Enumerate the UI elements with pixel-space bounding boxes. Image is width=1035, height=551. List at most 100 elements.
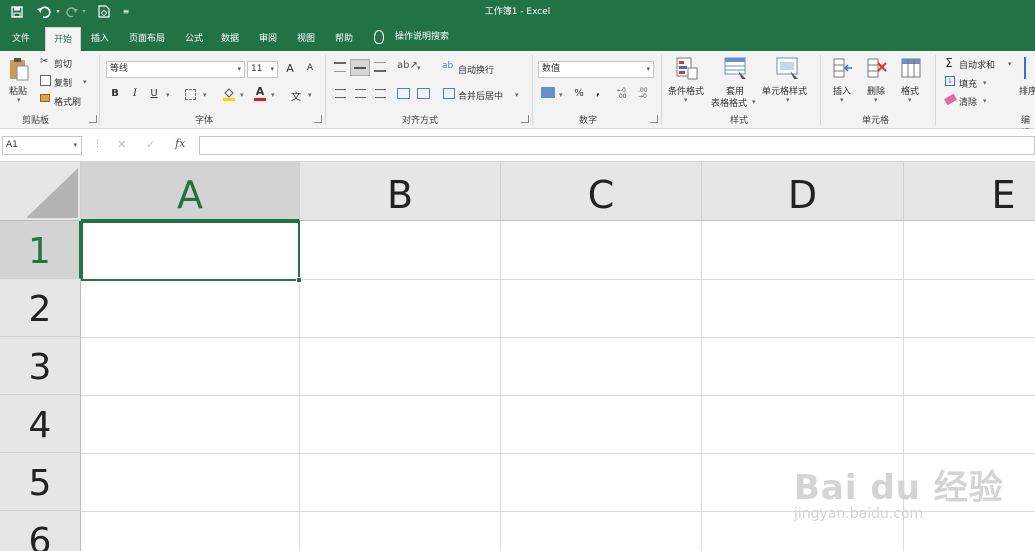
wrap-text-button[interactable]: 自动换行 xyxy=(458,63,494,76)
orientation-dropdown-icon[interactable]: ▾ xyxy=(417,64,421,72)
cell-styles-dropdown-icon[interactable]: ▾ xyxy=(786,96,790,104)
merge-center-icon[interactable] xyxy=(443,88,455,99)
tab-data[interactable]: 数据 xyxy=(213,27,247,51)
align-top-icon[interactable] xyxy=(334,62,346,72)
copy-icon[interactable] xyxy=(40,75,51,86)
tab-page-layout[interactable]: 页面布局 xyxy=(121,27,173,51)
active-cell-a1[interactable] xyxy=(81,221,302,283)
insert-function-icon[interactable]: fx xyxy=(175,137,185,150)
conditional-formatting-icon[interactable] xyxy=(676,57,698,81)
cell-styles-icon[interactable] xyxy=(776,57,800,81)
fill-button[interactable]: 填充 xyxy=(959,77,977,90)
orientation-icon[interactable]: ab↗ xyxy=(397,60,418,71)
percent-style-button[interactable]: % xyxy=(573,88,585,99)
copy-button[interactable]: 复制 xyxy=(54,76,72,89)
cancel-icon[interactable]: ✕ xyxy=(117,138,126,151)
tab-formulas[interactable]: 公式 xyxy=(177,27,211,51)
number-format-select[interactable]: 数值 ▾ xyxy=(538,61,654,78)
increase-decimal-icon[interactable]: ←0.00 xyxy=(617,88,627,100)
increase-indent-icon[interactable] xyxy=(417,88,430,99)
font-name-select[interactable]: 等线 ▾ xyxy=(106,61,245,78)
paste-icon[interactable] xyxy=(9,57,29,81)
format-as-table-icon[interactable] xyxy=(724,57,748,81)
row-header-2[interactable]: 2 xyxy=(0,279,81,337)
align-left-icon[interactable] xyxy=(335,89,346,98)
insert-cells-icon[interactable] xyxy=(832,57,854,79)
fill-color-dropdown-icon[interactable]: ▾ xyxy=(240,91,244,99)
decrease-decimal-icon[interactable]: .00 →0 xyxy=(638,88,648,100)
merge-center-button[interactable]: 合并后居中 xyxy=(458,89,503,102)
fill-color-icon[interactable] xyxy=(223,87,235,101)
decrease-indent-icon[interactable] xyxy=(397,88,410,99)
cell-styles-button[interactable]: 单元格样式 xyxy=(762,84,807,97)
cut-button[interactable]: 剪切 xyxy=(54,57,72,70)
more-options-icon[interactable]: ⋮ xyxy=(93,139,102,149)
row-header-3[interactable]: 3 xyxy=(0,337,81,395)
fill-handle[interactable] xyxy=(296,277,302,283)
format-painter-button[interactable]: 格式刷 xyxy=(54,95,81,108)
underline-dropdown-icon[interactable]: ▾ xyxy=(166,91,170,99)
paste-dropdown-icon[interactable]: ▾ xyxy=(17,96,21,104)
format-painter-icon[interactable] xyxy=(40,94,50,102)
select-all-button[interactable] xyxy=(0,162,81,221)
row-header-1[interactable]: 1 xyxy=(0,221,81,279)
tab-home[interactable]: 开始 xyxy=(45,27,82,51)
bold-button[interactable]: B xyxy=(110,88,120,99)
italic-button[interactable]: I xyxy=(130,88,140,99)
delete-cells-icon[interactable] xyxy=(866,57,888,79)
sort-filter-button[interactable]: 排序 xyxy=(1019,84,1035,97)
fill-dropdown-icon[interactable]: ▾ xyxy=(983,79,987,87)
borders-icon[interactable] xyxy=(185,89,196,100)
column-header-b[interactable]: B xyxy=(300,162,501,221)
format-as-table-dropdown-icon[interactable]: ▾ xyxy=(752,98,756,106)
clipboard-launcher-icon[interactable] xyxy=(89,115,97,123)
font-color-icon[interactable]: A xyxy=(254,86,266,101)
column-header-a[interactable]: A xyxy=(81,162,300,221)
tab-insert[interactable]: 插入 xyxy=(83,27,117,51)
clear-button[interactable]: 清除 xyxy=(959,95,977,108)
delete-dropdown-icon[interactable]: ▾ xyxy=(874,96,878,104)
underline-button[interactable]: U xyxy=(149,88,159,99)
phonetic-guide-icon[interactable]: 文 xyxy=(290,88,302,103)
insert-dropdown-icon[interactable]: ▾ xyxy=(840,96,844,104)
align-center-icon[interactable] xyxy=(355,89,366,98)
format-as-table-line2[interactable]: 表格格式 xyxy=(711,96,747,109)
tab-review[interactable]: 审阅 xyxy=(251,27,285,51)
borders-dropdown-icon[interactable]: ▾ xyxy=(203,91,207,99)
formula-input[interactable] xyxy=(199,136,1035,155)
autosum-dropdown-icon[interactable]: ▾ xyxy=(1008,60,1012,68)
lightbulb-icon[interactable] xyxy=(374,30,384,44)
eraser-icon[interactable] xyxy=(943,93,958,106)
autosum-button[interactable]: 自动求和 xyxy=(959,58,995,71)
accounting-dropdown-icon[interactable]: ▾ xyxy=(559,91,563,99)
clear-dropdown-icon[interactable]: ▾ xyxy=(983,97,987,105)
row-header-6[interactable]: 6 xyxy=(0,511,81,551)
sort-filter-icon[interactable] xyxy=(1024,57,1035,79)
row-header-4[interactable]: 4 xyxy=(0,395,81,453)
column-header-c[interactable]: C xyxy=(501,162,702,221)
merge-dropdown-icon[interactable]: ▾ xyxy=(515,91,519,99)
fill-down-icon[interactable]: ↓ xyxy=(945,76,955,86)
column-header-d[interactable]: D xyxy=(702,162,904,221)
font-color-dropdown-icon[interactable]: ▾ xyxy=(271,91,275,99)
font-launcher-icon[interactable] xyxy=(314,115,322,123)
accounting-format-icon[interactable] xyxy=(541,87,555,98)
autosum-icon[interactable]: Σ xyxy=(944,56,954,70)
tab-view[interactable]: 视图 xyxy=(289,27,323,51)
align-bottom-icon[interactable] xyxy=(374,62,386,72)
alignment-launcher-icon[interactable] xyxy=(521,115,529,123)
copy-dropdown-icon[interactable]: ▾ xyxy=(83,78,87,86)
conditional-dropdown-icon[interactable]: ▾ xyxy=(684,96,688,104)
tell-me-search[interactable]: 操作说明搜索 xyxy=(395,27,449,47)
decrease-font-icon[interactable]: A xyxy=(304,63,316,73)
scissors-icon[interactable]: ✂ xyxy=(40,56,48,67)
comma-style-button[interactable]: , xyxy=(594,87,602,98)
enter-icon[interactable]: ✓ xyxy=(146,138,155,151)
align-right-icon[interactable] xyxy=(375,89,386,98)
align-middle-icon[interactable] xyxy=(350,59,370,76)
name-box[interactable]: A1 ▾ xyxy=(2,136,82,155)
column-header-e[interactable]: E xyxy=(904,162,1035,221)
row-header-5[interactable]: 5 xyxy=(0,453,81,511)
tab-help[interactable]: 帮助 xyxy=(327,27,361,51)
tab-file[interactable]: 文件 xyxy=(4,27,38,51)
